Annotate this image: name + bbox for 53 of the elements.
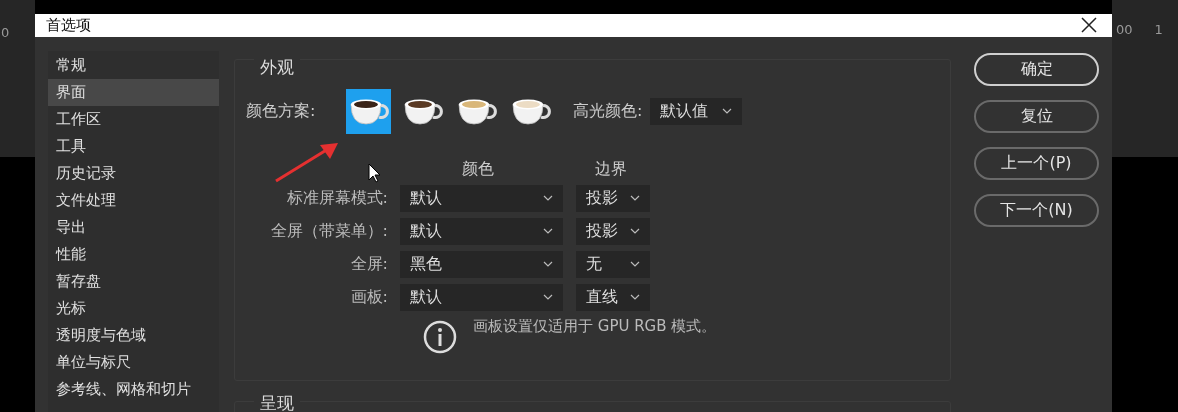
sidebar-item[interactable]: 暂存盘: [48, 267, 219, 295]
sidebar-item[interactable]: 透明度与色域: [48, 321, 219, 349]
color-dropdown[interactable]: 默认: [400, 283, 563, 311]
ruler-label: 00: [1116, 21, 1133, 39]
info-icon: [423, 319, 457, 354]
sidebar-item[interactable]: 参考线、网格和切片: [48, 375, 219, 403]
chevron-down-icon: [630, 228, 640, 234]
ruler-label: 0: [1, 25, 10, 40]
sidebar-item[interactable]: 性能: [48, 240, 219, 268]
sidebar-item[interactable]: 历史记录: [48, 159, 219, 187]
field-label: 全屏:: [349, 253, 388, 275]
color-scheme-label: 颜色方案:: [246, 100, 317, 122]
color-dropdown[interactable]: 默认: [400, 217, 563, 245]
chevron-down-icon: [543, 228, 553, 234]
highlight-color-dropdown[interactable]: 默认值: [650, 97, 743, 125]
field-label: 全屏（带菜单）:: [269, 220, 388, 242]
border-dropdown[interactable]: 投影: [576, 184, 650, 212]
border-dropdown[interactable]: 投影: [576, 217, 650, 245]
cursor-icon: [368, 162, 382, 183]
window-title: 首选项: [46, 15, 91, 36]
sidebar-item[interactable]: 工作区: [48, 105, 219, 133]
color-scheme-swatch[interactable]: [346, 88, 391, 134]
sidebar-item[interactable]: 光标: [48, 294, 219, 322]
field-label: 标准屏幕模式:: [285, 187, 388, 209]
column-header: 颜色: [462, 157, 495, 180]
annotation-arrow: [274, 140, 340, 183]
color-dropdown[interactable]: 默认: [400, 184, 563, 212]
chevron-down-icon: [543, 195, 553, 201]
field-label: 画板:: [349, 286, 388, 308]
sidebar-item[interactable]: 单位与标尺: [48, 348, 219, 376]
dialog-button[interactable]: 下一个(N): [974, 193, 1099, 227]
border-dropdown[interactable]: 无: [576, 250, 650, 278]
chevron-down-icon: [630, 195, 640, 201]
border-dropdown[interactable]: 直线: [576, 283, 650, 311]
sidebar-item[interactable]: 工具: [48, 132, 219, 160]
highlight-color-label: 高光颜色:: [573, 100, 643, 122]
dialog-button[interactable]: 上一个(P): [974, 146, 1099, 180]
info-note: 画板设置仅适用于 GPU RGB 模式。: [473, 315, 717, 337]
column-header: 边界: [595, 157, 627, 180]
chevron-down-icon: [543, 294, 553, 300]
sidebar-item[interactable]: 界面: [48, 78, 219, 106]
chevron-down-icon: [543, 261, 553, 267]
dialog-button[interactable]: 复位: [974, 99, 1099, 133]
chevron-down-icon: [722, 108, 733, 114]
dialog-button[interactable]: 确定: [974, 52, 1099, 86]
color-dropdown[interactable]: 黑色: [400, 250, 563, 278]
sidebar-item[interactable]: 文件处理: [48, 186, 219, 214]
ruler-label: 1: [1154, 21, 1163, 39]
sidebar-item[interactable]: 常规: [48, 51, 219, 79]
sidebar-item[interactable]: 导出: [48, 213, 219, 241]
chevron-down-icon: [630, 261, 640, 267]
chevron-down-icon: [630, 294, 640, 300]
close-icon[interactable]: [1081, 17, 1097, 34]
